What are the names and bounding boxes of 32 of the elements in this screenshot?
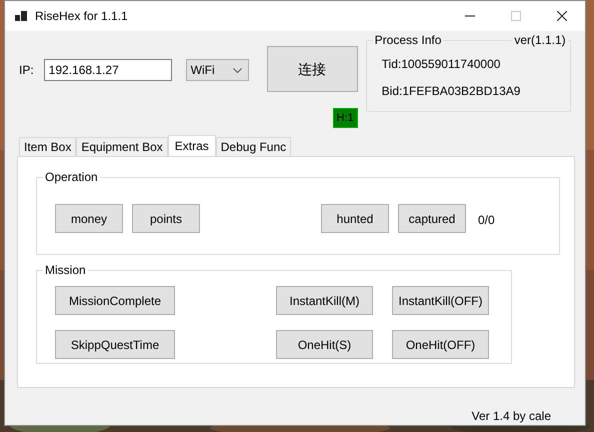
ip-label: IP: [19, 62, 34, 79]
close-icon [557, 11, 567, 21]
tid-text: Tid:100559011740000 [382, 57, 502, 71]
action-button[interactable]: hunted [321, 204, 389, 233]
maximize-icon [511, 11, 521, 21]
action-button[interactable]: InstantKill(M) [276, 286, 373, 315]
connect-button[interactable]: 连接 [266, 46, 358, 92]
tab[interactable]: Extras [168, 135, 216, 157]
action-button[interactable]: OneHit(OFF) [392, 330, 489, 359]
action-button[interactable]: MissionComplete [55, 286, 175, 315]
app-icon [15, 11, 27, 21]
footer-text: Ver 1.4 by cale [472, 408, 551, 425]
tab[interactable]: Item Box [19, 137, 76, 157]
group-title: Process Info [372, 33, 444, 47]
version-label: ver(1.1.1) [512, 33, 568, 47]
action-button[interactable]: points [132, 204, 200, 233]
count-label: 0/0 [478, 212, 495, 229]
action-button[interactable]: SkippQuestTime [55, 330, 175, 359]
chevron-icon [232, 68, 242, 72]
action-button[interactable]: InstantKill(OFF) [392, 286, 489, 315]
window-title: RiseHex for 1.1.1 [35, 8, 128, 25]
mode-dropdown[interactable]: WiFi [186, 59, 249, 81]
tab[interactable]: Equipment Box [76, 137, 168, 157]
tab[interactable]: Debug Func [216, 137, 292, 157]
ip-field[interactable]: 192.168.1.27 [44, 59, 172, 81]
action-button[interactable]: OneHit(S) [276, 330, 373, 359]
action-button[interactable]: captured [398, 204, 466, 233]
bid-text: Bid:1FEFBA03B2BD13A9 [382, 84, 522, 98]
status-badge: H:1 [332, 108, 358, 128]
group-title: Mission [43, 263, 88, 277]
group-title: Operation [43, 170, 100, 184]
action-button[interactable]: money [55, 204, 123, 233]
